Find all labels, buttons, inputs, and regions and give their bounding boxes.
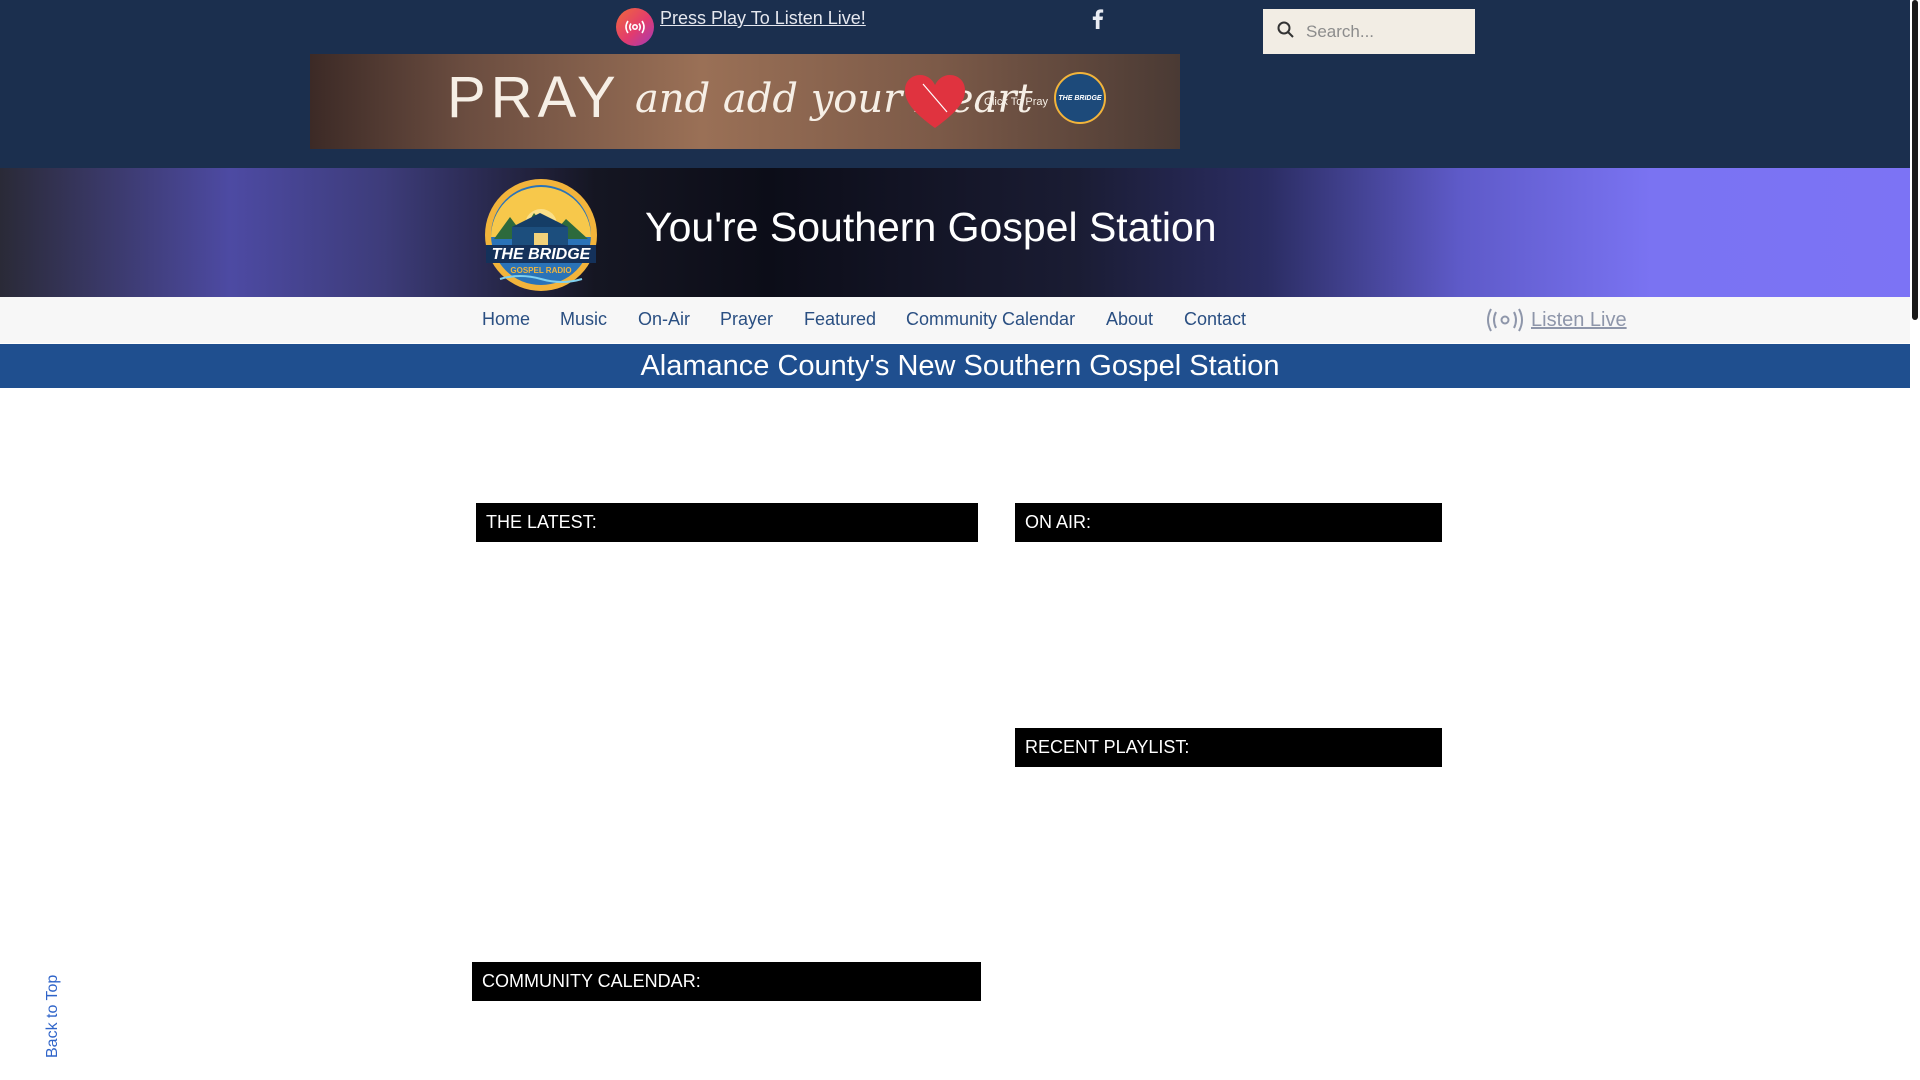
- search-icon[interactable]: [1277, 21, 1294, 43]
- nav-item-prayer[interactable]: Prayer: [720, 309, 773, 330]
- section-header-community-calendar: COMMUNITY CALENDAR:: [472, 962, 981, 1001]
- broadcast-icon[interactable]: [616, 8, 654, 46]
- scrollbar-thumb[interactable]: [1912, 0, 1918, 320]
- nav-item-featured[interactable]: Featured: [804, 309, 876, 330]
- nav-item-home[interactable]: Home: [482, 309, 530, 330]
- nav-item-community-calendar[interactable]: Community Calendar: [906, 309, 1075, 330]
- search-input[interactable]: [1304, 20, 1458, 43]
- banner-logo-text: THE BRIDGE: [1058, 94, 1102, 102]
- logo-line2: GOSPEL RADIO: [510, 266, 571, 275]
- listen-live-link[interactable]: Press Play To Listen Live!: [660, 8, 866, 29]
- page-title: You're Southern Gospel Station: [645, 204, 1217, 250]
- back-to-top-link[interactable]: Back to Top: [44, 968, 62, 1058]
- heart-icon: [905, 75, 965, 128]
- banner-logo: THE BRIDGE: [1054, 72, 1106, 124]
- station-logo[interactable]: THE BRIDGE GOSPEL RADIO: [482, 177, 600, 293]
- nav-item-music[interactable]: Music: [560, 309, 607, 330]
- section-header-latest: THE LATEST:: [476, 503, 978, 542]
- nav-item-contact[interactable]: Contact: [1184, 309, 1246, 330]
- listen-live-link-nav[interactable]: Listen Live: [1531, 309, 1627, 332]
- tagline-text: Alamance County's New Southern Gospel St…: [640, 350, 1280, 382]
- nav-item-on-air[interactable]: On-Air: [638, 309, 690, 330]
- prayer-banner[interactable]: PRAY and add your Heart Click To Pray TH…: [310, 54, 1180, 149]
- search-bar: [1263, 9, 1475, 54]
- section-header-recent-playlist: RECENT PLAYLIST:: [1015, 728, 1442, 767]
- banner-pray-text: PRAY: [447, 65, 621, 130]
- nav-item-about[interactable]: About: [1106, 309, 1153, 330]
- radio-wave-icon[interactable]: [1484, 306, 1526, 334]
- facebook-icon[interactable]: [1088, 8, 1108, 30]
- section-header-on-air: ON AIR:: [1015, 503, 1442, 542]
- banner-cta: Click To Pray: [984, 96, 1048, 108]
- banner-script-text: and add your Heart: [635, 76, 1033, 122]
- logo-line1: THE BRIDGE: [492, 246, 592, 263]
